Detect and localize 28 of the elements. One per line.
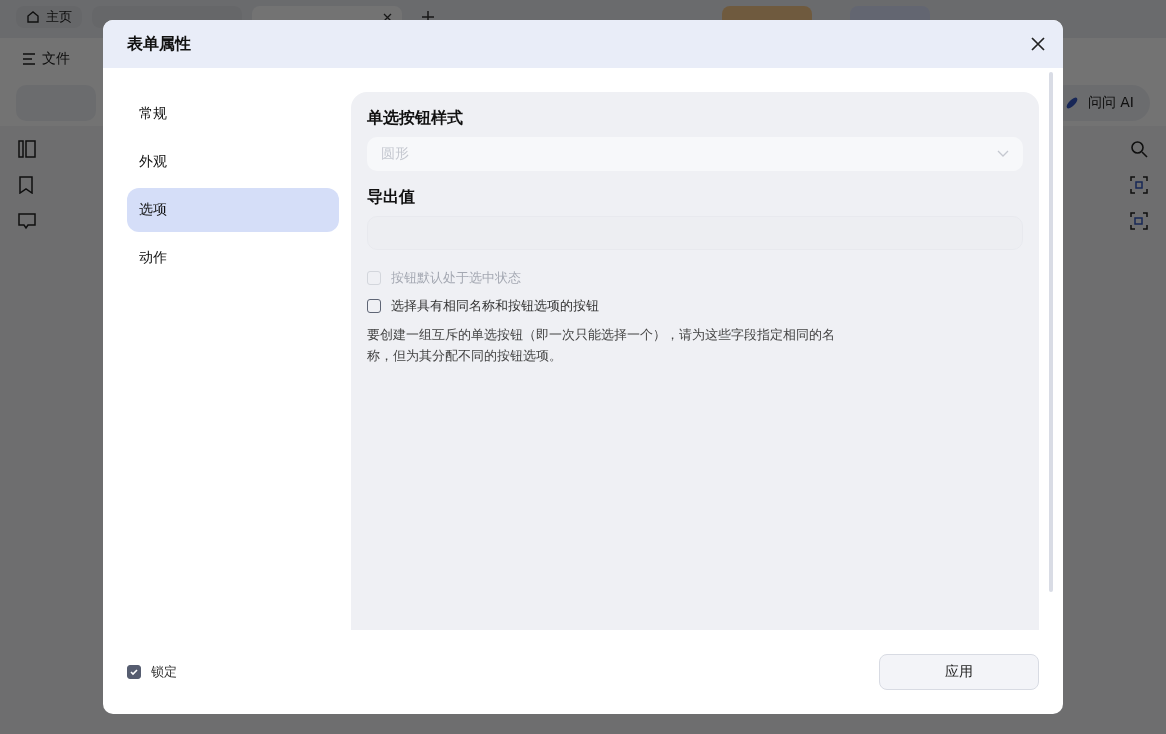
crop-icon[interactable] [1130, 176, 1148, 194]
dialog-title: 表单属性 [127, 33, 191, 55]
checkbox-label: 选择具有相同名称和按钮选项的按钮 [391, 297, 599, 315]
section-heading: 导出值 [367, 187, 415, 208]
checkbox-label: 按钮默认处于选中状态 [391, 269, 521, 287]
lock-checkbox[interactable] [127, 665, 141, 679]
home-icon [26, 10, 40, 24]
nav-item[interactable]: 选项 [127, 188, 339, 232]
thumbnails-icon[interactable] [18, 140, 36, 158]
help-text: 要创建一组互斥的单选按钮（即一次只能选择一个），请为这些字段指定相同的名称，但为其分配不同的按钮选项。 [367, 326, 836, 365]
close-icon[interactable] [383, 12, 392, 22]
checkbox[interactable] [367, 299, 381, 313]
search-icon[interactable] [1130, 140, 1148, 158]
scrollbar[interactable] [1049, 72, 1053, 592]
checkbox-label: 锁定 [151, 663, 177, 681]
apply-button[interactable]: 应用 [879, 654, 1039, 690]
close-icon[interactable] [1031, 37, 1045, 51]
bookmark-icon[interactable] [18, 176, 34, 194]
nav-item[interactable]: 动作 [127, 236, 339, 280]
menu-icon [22, 53, 36, 65]
chevron-down-icon [997, 150, 1009, 158]
section-heading: 单选按钮样式 [367, 108, 463, 129]
check-icon [129, 667, 139, 677]
comment-icon[interactable] [18, 212, 36, 230]
file-menu[interactable]: 文件 [16, 49, 76, 69]
record-icon[interactable] [1130, 212, 1148, 230]
nav-item[interactable]: 常规 [127, 92, 339, 136]
nav-item[interactable]: 外观 [127, 140, 339, 184]
